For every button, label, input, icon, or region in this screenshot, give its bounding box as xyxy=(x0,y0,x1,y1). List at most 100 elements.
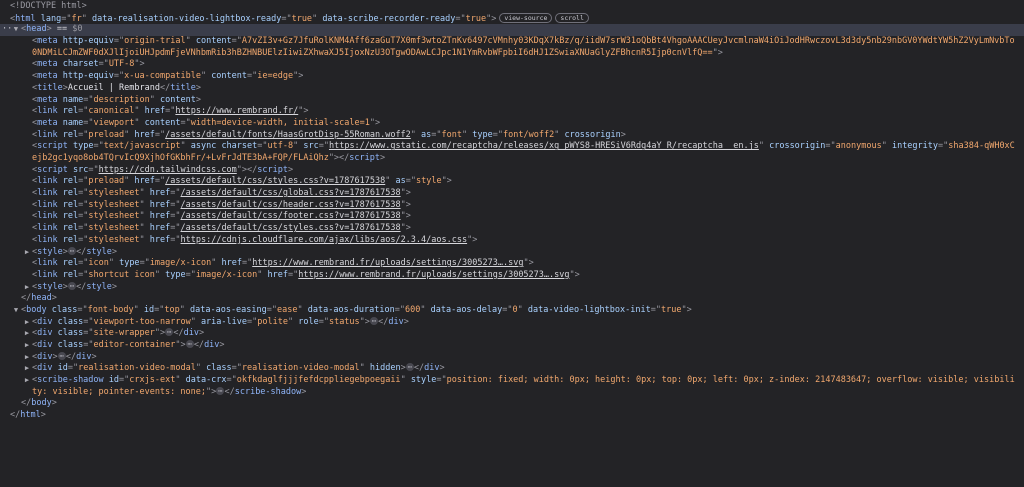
punctuation: > xyxy=(198,328,205,339)
link[interactable]: /assets/default/fonts/HaasGrotDisp-55Rom… xyxy=(165,130,411,140)
collapse-arrow-icon[interactable]: ▼ xyxy=(12,24,20,36)
attribute-name: crossorigin xyxy=(769,141,826,152)
punctuation: </ xyxy=(193,340,205,350)
punctuation: "> xyxy=(359,316,370,327)
punctuation: " xyxy=(139,223,145,234)
collapsed-ellipsis[interactable]: ⋯ xyxy=(405,363,414,372)
dom-node-row[interactable]: ▶ <div class="viewport-too-narrow" aria-l… xyxy=(0,316,1024,329)
tag-name: link xyxy=(37,234,58,245)
punctuation: =" xyxy=(281,13,292,24)
link[interactable]: /assets/default/css/styles.css?v=1787617… xyxy=(165,176,385,186)
dom-node-row[interactable]: <html lang="fr" data-realisation-video-l… xyxy=(0,12,1024,25)
link[interactable]: /assets/default/css/footer.css?v=1787617… xyxy=(181,211,401,221)
punctuation: =" xyxy=(436,375,447,386)
tag-name: div xyxy=(204,340,220,350)
expand-arrow-icon[interactable]: ▶ xyxy=(23,363,31,375)
punctuation: =" xyxy=(78,269,89,280)
dom-node-row[interactable]: </body> xyxy=(0,398,1024,410)
dom-node-row[interactable]: <script src="https://cdn.tailwindcss.com… xyxy=(0,165,1024,177)
attribute-name: href xyxy=(221,258,242,269)
expand-arrow-icon[interactable]: ▶ xyxy=(23,375,31,387)
expand-arrow-icon[interactable]: ▶ xyxy=(23,352,31,364)
dom-node-row[interactable]: <link rel="shortcut icon" type="image/x-… xyxy=(0,270,1024,282)
link[interactable]: https://www.rembrand.fr/ xyxy=(175,106,298,116)
punctuation: </ xyxy=(159,82,171,93)
dom-node-row[interactable]: ▶ <div id="realisation-video-modal" class… xyxy=(0,363,1024,375)
tag-name: link xyxy=(37,258,58,269)
attribute-value: fr xyxy=(71,13,82,24)
attribute-name: src xyxy=(303,141,319,152)
collapsed-ellipsis[interactable]: ⋯ xyxy=(57,351,66,360)
dom-node-row[interactable]: ▶ <div> ⋯ </div> xyxy=(0,351,1024,364)
dom-node-row-selected[interactable]: ··· ▼ <head> == $0 xyxy=(0,24,1024,37)
dom-node-row[interactable]: <link rel="stylesheet" href="/assets/def… xyxy=(0,223,1024,235)
dom-node-row[interactable]: <link rel="stylesheet" href="https://cdn… xyxy=(0,235,1024,247)
punctuation: =" xyxy=(83,316,94,327)
dom-node-row[interactable]: <meta charset="UTF-8"> xyxy=(0,59,1024,71)
punctuation: "> xyxy=(712,47,723,58)
dom-node-row[interactable]: ▼ <body class="font-body" id="top" data-a… xyxy=(0,305,1024,317)
dom-node-row[interactable]: ▶ <style> ⋯ </style> xyxy=(0,246,1024,259)
dom-node-row[interactable]: ▶ <style> ⋯ </style> xyxy=(0,281,1024,294)
dom-node-row[interactable]: <meta name="description" content> xyxy=(0,95,1024,107)
attribute-value: okfkdaglfjjjfefdcppliegebpoegaii xyxy=(236,375,401,386)
collapse-arrow-icon[interactable]: ▼ xyxy=(12,305,20,317)
punctuation: " xyxy=(185,36,191,47)
dom-node-row[interactable]: ▶ <div class="site-wrapper"> ⋯ </div> xyxy=(0,328,1024,340)
expand-arrow-icon[interactable]: ▶ xyxy=(23,340,31,352)
attribute-name: rel xyxy=(62,176,79,187)
attribute-value: anonymous xyxy=(835,141,882,152)
expand-arrow-icon[interactable]: ▶ xyxy=(23,247,31,259)
badge[interactable]: scroll xyxy=(555,12,589,23)
link[interactable]: /assets/default/css/header.css?v=1787617… xyxy=(181,200,401,210)
tag-name: head xyxy=(26,24,47,35)
punctuation: " xyxy=(297,304,303,315)
expand-arrow-icon[interactable]: ▶ xyxy=(23,282,31,294)
punctuation: "> xyxy=(400,188,411,199)
dom-node-row[interactable]: <link rel="stylesheet" href="/assets/def… xyxy=(0,200,1024,212)
link[interactable]: https://www.gstatic.com/recaptcha/releas… xyxy=(329,141,759,151)
tag-name: head xyxy=(31,293,52,304)
attribute-name: data-crx xyxy=(185,375,227,386)
link[interactable]: /assets/default/css/styles.css?v=1787617… xyxy=(181,223,401,233)
dom-node-row[interactable]: <meta http-equiv="x-ua-compatible" conte… xyxy=(0,71,1024,83)
punctuation: </ xyxy=(10,410,21,421)
dom-node-row[interactable]: <title>Accueil | Rembrand</title> xyxy=(0,83,1024,95)
badge[interactable]: view-source xyxy=(499,12,553,23)
dom-node-row[interactable]: ▶ <scribe-shadow id="crxjs-ext" data-crx=… xyxy=(0,375,1024,398)
punctuation: </ xyxy=(76,281,87,292)
dom-node-row[interactable]: <script type="text/javascript" async cha… xyxy=(0,141,1024,164)
attribute-name: rel xyxy=(62,199,79,210)
collapsed-ellipsis[interactable]: ⋯ xyxy=(67,246,77,255)
dom-node-row[interactable]: <link rel="icon" type="image/x-icon" hre… xyxy=(0,258,1024,270)
collapsed-ellipsis[interactable]: ⋯ xyxy=(369,316,379,325)
link[interactable]: https://www.rembrand.fr/uploads/settings… xyxy=(298,270,569,280)
attribute-name: as xyxy=(395,176,406,187)
dom-node-row[interactable]: <link rel="preload" href="/assets/defaul… xyxy=(0,130,1024,142)
attribute-value: stylesheet xyxy=(88,188,140,199)
dom-node-row[interactable]: <link rel="canonical" href="https://www.… xyxy=(0,106,1024,118)
link[interactable]: https://www.rembrand.fr/uploads/settings… xyxy=(252,258,523,268)
link[interactable]: /assets/default/css/global.css?v=1787617… xyxy=(181,188,401,198)
dom-node-row[interactable]: ▶ <div class="editor-container"> ⋯ </div> xyxy=(0,340,1024,352)
dom-node-row[interactable]: <link rel="preload" href="/assets/defaul… xyxy=(0,176,1024,188)
dom-node-row[interactable]: </html> xyxy=(0,410,1024,422)
link[interactable]: https://cdnjs.cloudflare.com/ajax/libs/a… xyxy=(181,235,468,245)
collapsed-ellipsis[interactable]: ⋯ xyxy=(185,340,194,348)
link[interactable]: https://cdn.tailwindcss.com xyxy=(99,165,237,175)
dom-node-row[interactable]: <meta name="viewport" content="width=dev… xyxy=(0,118,1024,130)
punctuation: =" xyxy=(78,129,89,140)
dom-node-row[interactable]: <link rel="stylesheet" href="/assets/def… xyxy=(0,211,1024,223)
expand-arrow-icon[interactable]: ▶ xyxy=(23,317,31,329)
elements-tree[interactable]: <!DOCTYPE html> <html lang="fr" data-real… xyxy=(0,0,1024,422)
tag-name: script xyxy=(37,141,68,152)
attribute-value: font xyxy=(441,129,463,140)
dom-node-row[interactable]: <!DOCTYPE html> xyxy=(0,1,1024,13)
attribute-value: ease xyxy=(277,304,298,315)
dom-node-row[interactable]: <meta http-equiv="origin-trial" content=… xyxy=(0,36,1024,59)
attribute-value: realisation-video-modal xyxy=(78,363,196,374)
expand-arrow-icon[interactable]: ▶ xyxy=(23,328,31,340)
collapsed-ellipsis[interactable]: ⋯ xyxy=(67,281,77,290)
dom-node-row[interactable]: </head> xyxy=(0,293,1024,305)
dom-node-row[interactable]: <link rel="stylesheet" href="/assets/def… xyxy=(0,188,1024,200)
